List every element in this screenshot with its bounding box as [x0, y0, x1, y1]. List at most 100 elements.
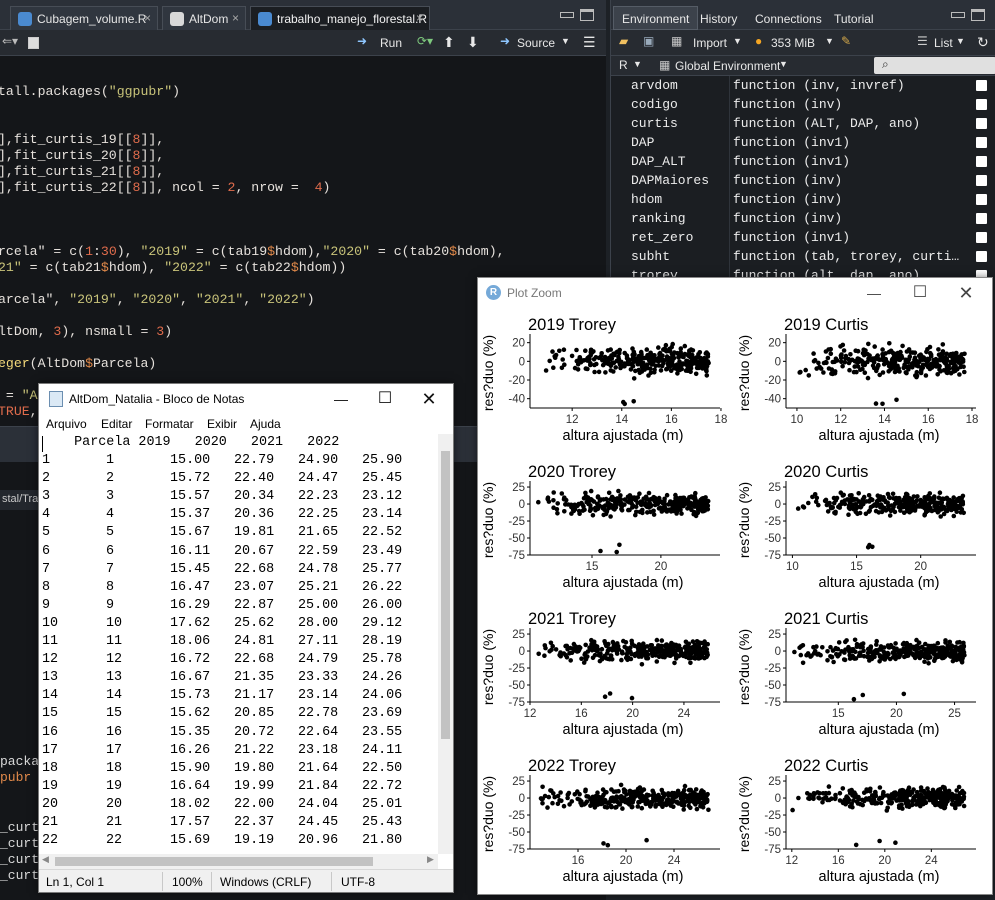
data-point	[636, 799, 641, 805]
tab-tutorial[interactable]: Tutorial	[825, 6, 883, 30]
view-icon[interactable]	[976, 232, 987, 243]
plot-zoom-title-bar[interactable]: R Plot Zoom — ☐ ✕	[478, 278, 992, 308]
minimize-pane-icon[interactable]	[951, 12, 965, 18]
table-cell: 20.36	[234, 507, 275, 523]
tab-history[interactable]: History	[691, 6, 746, 30]
outline-icon[interactable]: ☰	[583, 34, 596, 52]
memory-usage-button[interactable]: 353 MiB	[771, 36, 815, 54]
environment-row[interactable]: arvdom function (inv, invref)	[611, 76, 995, 95]
view-mode-button[interactable]: List	[934, 36, 953, 54]
menu-arquivo[interactable]: Arquivo	[46, 417, 87, 431]
data-point	[867, 789, 873, 794]
save-icon[interactable]: ▣	[643, 34, 654, 52]
vertical-scrollbar[interactable]	[438, 434, 453, 854]
close-icon[interactable]: ×	[144, 11, 151, 25]
view-icon[interactable]	[976, 137, 987, 148]
tab-cubagem-volume[interactable]: Cubagem_volume.R ×	[10, 6, 158, 30]
notepad-text-area[interactable]: Parcela 2019 2020 2021 2022 1 1 15.00 22.79…	[39, 434, 438, 854]
environment-search-input[interactable]: ⌕	[874, 57, 995, 74]
chevron-down-icon[interactable]: ▼	[825, 36, 834, 54]
up-arrow-icon[interactable]: ⬆	[443, 34, 455, 52]
view-icon[interactable]	[976, 175, 987, 186]
scope-select[interactable]: Global Environment	[675, 59, 780, 77]
environment-row[interactable]: ranking function (inv)	[611, 209, 995, 228]
chevron-down-icon[interactable]: ▼	[633, 59, 642, 77]
view-icon[interactable]	[976, 80, 987, 91]
data-point	[893, 641, 898, 646]
language-select[interactable]: R	[619, 58, 628, 76]
environment-row[interactable]: hdom function (inv)	[611, 190, 995, 209]
scrollbar-thumb[interactable]	[55, 857, 373, 866]
table-cell: 26.22	[362, 579, 403, 595]
chevron-left-icon[interactable]: ◀	[42, 854, 49, 865]
close-icon[interactable]: ✕	[944, 280, 988, 306]
import-dataset-button[interactable]: Import	[693, 36, 727, 54]
tab-connections[interactable]: Connections	[746, 6, 831, 30]
environment-row[interactable]: codigo function (inv)	[611, 95, 995, 114]
table-cell: 25.62	[234, 615, 275, 631]
maximize-pane-icon[interactable]	[971, 9, 985, 21]
chevron-down-icon[interactable]: ▼	[733, 36, 742, 54]
data-point	[885, 799, 891, 805]
rerun-icon[interactable]: ⟳▾	[417, 34, 433, 52]
data-point	[671, 642, 676, 647]
data-point	[540, 784, 545, 790]
close-icon[interactable]: ×	[416, 11, 423, 25]
broom-icon[interactable]: ✎	[841, 34, 851, 52]
notepad-title-bar[interactable]: AltDom_Natalia - Bloco de Notas — ☐ ✕	[39, 384, 453, 414]
view-icon[interactable]	[976, 194, 987, 205]
environment-row[interactable]: ret_zero function (inv1)	[611, 228, 995, 247]
menu-ajuda[interactable]: Ajuda	[250, 417, 281, 431]
close-icon[interactable]: ×	[232, 11, 239, 25]
view-icon[interactable]	[976, 251, 987, 262]
view-icon[interactable]	[976, 213, 987, 224]
data-point	[635, 495, 641, 500]
data-point	[935, 372, 940, 377]
data-point	[914, 369, 920, 375]
scrollbar-thumb[interactable]	[441, 451, 450, 739]
data-point	[953, 644, 958, 650]
view-icon[interactable]	[976, 156, 987, 167]
minimize-pane-icon[interactable]	[560, 12, 574, 18]
horizontal-scrollbar[interactable]: ◀ ▶	[39, 854, 438, 869]
run-button[interactable]: Run	[380, 36, 402, 54]
minimize-icon[interactable]: —	[852, 280, 896, 306]
tab-environment[interactable]: Environment	[613, 6, 699, 30]
data-point	[890, 507, 895, 512]
data-point	[646, 490, 652, 496]
data-point	[798, 652, 804, 658]
data-point	[691, 655, 697, 660]
menu-exibir[interactable]: Exibir	[207, 417, 237, 431]
open-folder-icon[interactable]: ▰	[619, 34, 628, 52]
view-icon[interactable]	[976, 99, 987, 110]
maximize-icon[interactable]: ☐	[898, 280, 942, 306]
environment-row[interactable]: DAP_ALT function (inv1)	[611, 152, 995, 171]
view-icon[interactable]	[976, 118, 987, 129]
table-cell: 23.55	[362, 724, 403, 740]
arrow-icon[interactable]: ⇐▾	[2, 34, 18, 52]
chevron-down-icon[interactable]: ▼	[779, 59, 788, 77]
minimize-icon[interactable]: —	[319, 386, 363, 412]
environment-row[interactable]: DAP function (inv1)	[611, 133, 995, 152]
chevron-down-icon[interactable]: ▼	[561, 36, 570, 54]
table-cell: 4	[42, 507, 51, 523]
scatter-panel: 2022 Curtis25 0 -25 -50 -75 12 16 20 24 altura aj…	[736, 757, 976, 885]
close-icon[interactable]: ✕	[407, 386, 451, 412]
source-button[interactable]: Source	[517, 36, 555, 54]
environment-row[interactable]: curtis function (ALT, DAP, ano)	[611, 114, 995, 133]
environment-row[interactable]: subht function (tab, trorey, curti…	[611, 247, 995, 266]
tab-altdom[interactable]: AltDom ×	[162, 6, 246, 30]
notebook-icon[interactable]	[28, 37, 39, 49]
chevron-right-icon[interactable]: ▶	[427, 854, 434, 865]
chevron-down-icon[interactable]: ▼	[956, 36, 965, 54]
data-point	[861, 352, 867, 358]
menu-editar[interactable]: Editar	[101, 417, 132, 431]
refresh-icon[interactable]: ↻	[977, 34, 989, 52]
maximize-icon[interactable]: ☐	[363, 386, 407, 412]
down-arrow-icon[interactable]: ⬇	[467, 34, 479, 52]
environment-row[interactable]: DAPMaiores function (inv)	[611, 171, 995, 190]
variable-name: codigo	[631, 97, 678, 112]
maximize-pane-icon[interactable]	[580, 9, 594, 21]
menu-formatar[interactable]: Formatar	[145, 417, 194, 431]
tab-trabalho-manejo[interactable]: trabalho_manejo_florestal.R ×	[250, 6, 430, 30]
